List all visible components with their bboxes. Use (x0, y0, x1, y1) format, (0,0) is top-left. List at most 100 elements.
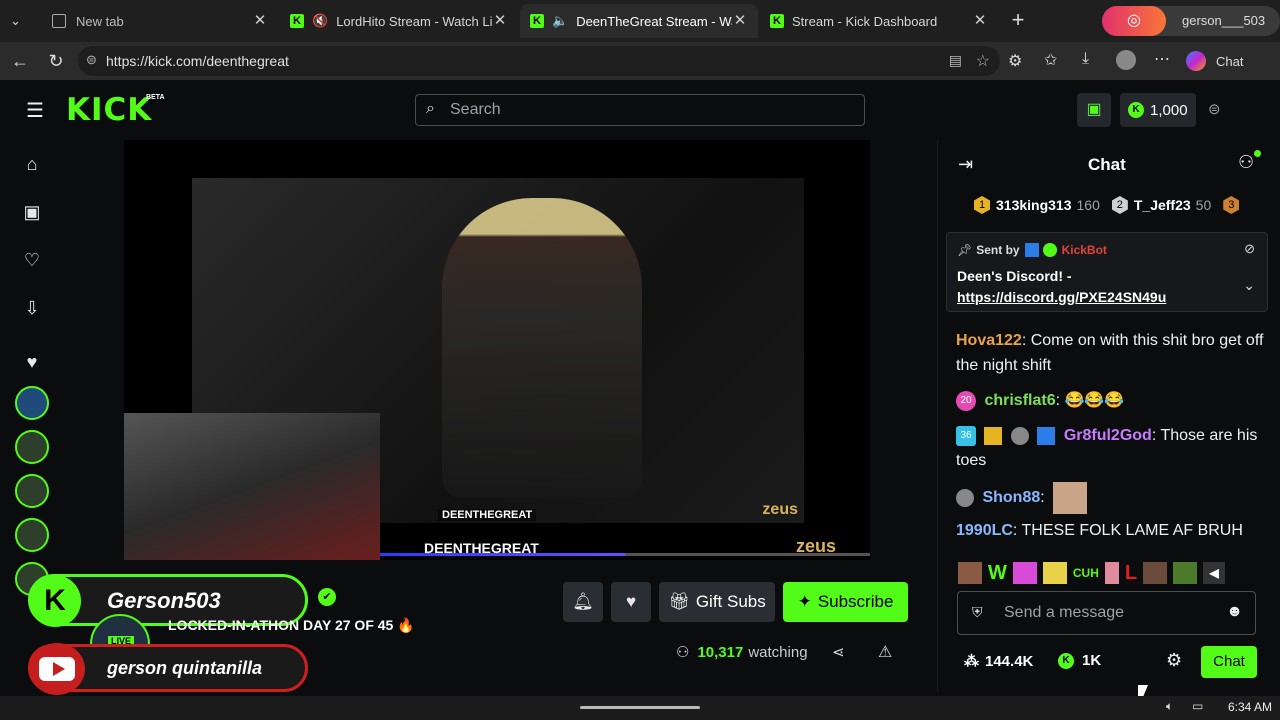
emoji-picker-icon[interactable]: ☻ (1226, 603, 1243, 621)
tab-label: DeenTheGreat Stream - Watch (576, 13, 732, 29)
new-tab-button[interactable]: + (1006, 8, 1030, 32)
chat-username[interactable]: Hova122 (956, 332, 1022, 349)
sidebar-channel-avatar[interactable] (15, 474, 49, 508)
taskbar: 🔈︎ ▭ 6:34 AM (0, 696, 1280, 720)
webcam-overlay (124, 413, 380, 560)
browser-tab-strip: ⌄ New tab ✕ K 🔇 LordHito Stream - Watch … (0, 0, 1280, 42)
reader-mode-icon[interactable]: ▤ (949, 52, 962, 69)
emote[interactable] (958, 562, 982, 584)
emote[interactable]: L (1125, 562, 1137, 585)
chat-message: 20 chrisflat6: 😂😂😂 (956, 388, 1266, 413)
video-progress-bar[interactable] (380, 553, 870, 556)
viewers-icon: ⚇ (676, 644, 690, 661)
clips-icon[interactable]: ⇩ (20, 296, 44, 320)
send-chat-button[interactable]: Chat (1201, 646, 1257, 678)
address-bar[interactable]: ⊜ https://kick.com/deenthegreat ▤ ☆ (78, 46, 1000, 76)
collapse-chat-icon[interactable]: ⇥ (958, 154, 973, 175)
leader-name[interactable]: 313king313 (996, 197, 1072, 213)
tab-new-tab[interactable]: New tab ✕ (42, 4, 278, 38)
kicks-count[interactable]: K 1K (1058, 652, 1101, 669)
favorites-icon[interactable]: ✩ (1044, 50, 1057, 70)
following-section-heart-icon: ♥ (26, 352, 38, 372)
share-icon[interactable]: ⋖ (832, 643, 845, 661)
hamburger-menu-icon[interactable]: ☰ (26, 98, 44, 123)
speaker-icon[interactable]: 🔈 (552, 13, 568, 29)
notification-bell-button[interactable]: 🔔︎ (563, 582, 603, 622)
emote[interactable]: CUH (1073, 566, 1099, 580)
follow-heart-button[interactable]: ♥ (611, 582, 651, 622)
user-menu-icon[interactable]: ⊜ (1208, 100, 1221, 118)
back-button[interactable]: ← (2, 45, 38, 77)
more-menu-icon[interactable]: ⋯ (1154, 49, 1170, 69)
emote[interactable] (1042, 562, 1067, 584)
emote[interactable]: W (988, 562, 1007, 585)
sidebar-channel-avatar[interactable] (15, 430, 49, 464)
video-player[interactable]: zeus DEENTHEGREAT DEENTHEGREAT zeus (124, 140, 870, 560)
following-heart-icon[interactable]: ♡ (20, 248, 44, 272)
sidebar-channel-avatar[interactable] (15, 386, 49, 420)
kick-header: ☰ KICK BETA ⌕ Search ▣ K 1,000 ⊜ (0, 80, 1280, 140)
avatar[interactable] (1116, 50, 1136, 70)
tab-kick-dashboard[interactable]: K Stream - Kick Dashboard ✕ (760, 4, 998, 38)
profile-pill[interactable]: ◎ gerson___503 (1102, 6, 1280, 36)
chat-users-icon[interactable]: ⚇ (1238, 152, 1254, 173)
pinned-link[interactable]: https://discord.gg/PXE24SN49u (957, 289, 1166, 305)
close-icon[interactable]: ✕ (252, 13, 268, 29)
gift-subs-button[interactable]: 🎁︎ Gift Subs (659, 582, 775, 622)
stream-title: LOCKED-IN-ATHON DAY 27 OF 45 🔥 (168, 617, 415, 633)
kick-logo[interactable]: KICK BETA (66, 92, 165, 128)
volume-icon[interactable]: 🔈︎ (1166, 699, 1173, 714)
battery-icon[interactable]: ▭ (1192, 699, 1203, 713)
chevron-down-icon[interactable]: ⌄ (1243, 277, 1255, 294)
emote[interactable] (1012, 562, 1037, 584)
emote[interactable] (1173, 562, 1198, 584)
emote[interactable] (1143, 562, 1168, 584)
emote[interactable] (1104, 562, 1119, 584)
chat-username[interactable]: Shon88 (982, 489, 1040, 506)
gift-icon: 🎁︎ (668, 592, 690, 611)
chat-input[interactable]: ⛨ Send a message ☻ (957, 591, 1256, 635)
favorite-star-icon[interactable]: ☆ (976, 51, 990, 71)
subscribe-button[interactable]: ✦ Subscribe (783, 582, 908, 622)
downloads-icon[interactable]: ⤓ (1082, 50, 1089, 68)
browse-icon[interactable]: ▣ (20, 200, 44, 224)
kicks-balance-button[interactable]: K 1,000 (1120, 93, 1196, 127)
search-input[interactable]: ⌕ Search (415, 94, 865, 126)
tab-list-button[interactable]: ⌄ (0, 4, 40, 38)
speaker-muted-icon[interactable]: 🔇 (312, 13, 328, 29)
kick-badge-icon: K (29, 575, 81, 627)
shield-icon: ⛨ (972, 604, 983, 620)
chat-message: 36 Gr8ful2God: Those are his toes (956, 425, 1258, 469)
channel-points[interactable]: ⁂ 144.4K (964, 652, 1033, 671)
unpin-icon[interactable]: ⊘ (1244, 241, 1255, 257)
chat-settings-gear-icon[interactable]: ⚙ (1166, 650, 1182, 671)
pinned-message[interactable]: 📌︎ Sent by KickBot ⊘ Deen's Discord! - h… (946, 232, 1268, 312)
home-icon[interactable]: ⌂ (20, 152, 44, 176)
rank-badge-3: 3 (1223, 196, 1240, 214)
chat-username[interactable]: 1990LC (956, 522, 1013, 539)
og-badge-icon (956, 489, 974, 507)
close-icon[interactable]: ✕ (492, 13, 508, 29)
browse-button[interactable]: ▣ (1077, 93, 1111, 127)
sidebar-channel-avatar[interactable] (15, 518, 49, 552)
bot-name[interactable]: KickBot (1062, 243, 1107, 257)
chat-username[interactable]: chrisflat6 (984, 392, 1055, 409)
close-icon[interactable]: ✕ (972, 13, 988, 29)
chat-username[interactable]: Gr8ful2God (1064, 427, 1152, 444)
tab-lordhito[interactable]: K 🔇 LordHito Stream - Watch Live ✕ (280, 4, 518, 38)
online-dot (1254, 150, 1261, 157)
leader-count: 160 (1076, 197, 1100, 213)
close-icon[interactable]: ✕ (732, 13, 748, 29)
site-info-icon[interactable]: ⊜ (86, 52, 97, 68)
bell-icon: 🔔︎ (572, 592, 594, 611)
gift-leaderboard: 1 313king313 160 2 T_Jeff23 50 3 (974, 196, 1240, 214)
extensions-icon[interactable]: ⚙ (1008, 51, 1022, 71)
copilot-chat-button[interactable]: Chat (1186, 48, 1266, 74)
reload-button[interactable]: ↻ (38, 45, 74, 77)
report-icon[interactable]: ⚠ (878, 642, 892, 662)
tab-deenthegreat[interactable]: K 🔈 DeenTheGreat Stream - Watch ✕ (520, 4, 758, 38)
kick-coin-icon: K (1058, 652, 1074, 669)
leader-name[interactable]: T_Jeff23 (1134, 197, 1191, 213)
emote-menu-icon[interactable]: ◀ (1203, 562, 1226, 584)
chat-panel: ⇥ Chat ⚇ 1 313king313 160 2 T_Jeff23 50 … (937, 140, 1280, 692)
